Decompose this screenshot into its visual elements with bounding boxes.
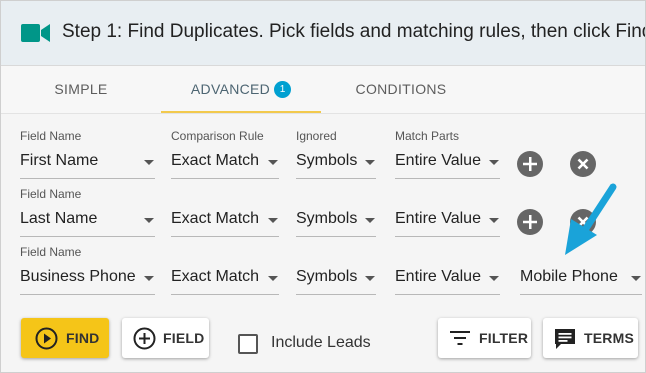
include-leads-checkbox[interactable] — [238, 334, 258, 354]
field-name-value: First Name — [20, 152, 99, 169]
field-name-label: Field Name — [20, 245, 82, 259]
tab-bar: SIMPLE ADVANCED 1 CONDITIONS — [1, 66, 645, 114]
match-parts-select[interactable]: Entire Value — [395, 205, 500, 237]
chevron-down-icon — [268, 160, 278, 165]
ignored-value: Symbols — [296, 210, 358, 227]
filter-button[interactable]: FILTER — [438, 318, 531, 358]
find-duplicates-dialog: Step 1: Find Duplicates. Pick fields and… — [0, 0, 646, 373]
field-name-select[interactable]: First Name — [20, 147, 155, 179]
tab-simple[interactable]: SIMPLE — [1, 66, 161, 113]
page-title: Step 1: Find Duplicates. Pick fields and… — [62, 21, 646, 42]
video-camera-icon — [21, 22, 51, 49]
rule-row-3: Field Name Business Phone Exact Match Sy… — [1, 245, 645, 303]
match-parts-value: Entire Value — [395, 210, 481, 227]
comparison-rule-select[interactable]: Exact Match — [171, 205, 279, 237]
header-bar: Step 1: Find Duplicates. Pick fields and… — [1, 1, 645, 66]
ignored-select[interactable]: Symbols — [296, 263, 376, 295]
include-leads-label: Include Leads — [271, 334, 371, 351]
chevron-down-icon — [365, 160, 375, 165]
plus-icon — [523, 215, 537, 229]
add-field-button-label: FIELD — [163, 330, 205, 346]
field-name-select[interactable]: Last Name — [20, 205, 155, 237]
chevron-down-icon — [489, 276, 499, 281]
match-parts-value: Entire Value — [395, 152, 481, 169]
chevron-down-icon — [631, 276, 641, 281]
extra-field-select[interactable]: Mobile Phone — [520, 263, 642, 295]
ignored-value: Symbols — [296, 152, 358, 169]
rule-row-2: Field Name Last Name Exact Match Symbols… — [1, 187, 645, 245]
add-rule-button[interactable] — [517, 151, 543, 177]
tab-simple-label: SIMPLE — [54, 81, 108, 97]
tab-advanced-badge: 1 — [274, 81, 292, 98]
field-name-value: Business Phone — [20, 268, 136, 285]
remove-rule-button[interactable] — [570, 151, 596, 177]
tab-advanced-label: ADVANCED — [190, 81, 271, 97]
annotation-arrow-icon — [565, 183, 617, 255]
chevron-down-icon — [144, 218, 154, 223]
close-icon — [577, 158, 589, 170]
comparison-rule-select[interactable]: Exact Match — [171, 147, 279, 179]
field-name-value: Last Name — [20, 210, 98, 227]
chevron-down-icon — [489, 218, 499, 223]
chevron-down-icon — [144, 160, 154, 165]
chevron-down-icon — [365, 218, 375, 223]
play-circle-icon — [35, 327, 58, 350]
match-parts-select[interactable]: Entire Value — [395, 263, 500, 295]
tab-conditions-label: CONDITIONS — [355, 81, 447, 97]
add-rule-button[interactable] — [517, 209, 543, 235]
chevron-down-icon — [144, 276, 154, 281]
terms-button-label: TERMS — [584, 330, 634, 346]
chevron-down-icon — [489, 160, 499, 165]
comparison-rule-value: Exact Match — [171, 268, 260, 285]
ignored-label: Ignored — [296, 129, 337, 143]
comment-icon — [555, 329, 575, 349]
terms-button[interactable]: TERMS — [543, 318, 638, 358]
comparison-rule-value: Exact Match — [171, 210, 260, 227]
plus-circle-icon — [133, 327, 156, 350]
chevron-down-icon — [268, 276, 278, 281]
add-field-button[interactable]: FIELD — [122, 318, 209, 358]
match-parts-value: Entire Value — [395, 268, 481, 285]
comparison-rule-label: Comparison Rule — [171, 129, 264, 143]
match-parts-select[interactable]: Entire Value — [395, 147, 500, 179]
plus-icon — [523, 157, 537, 171]
field-name-label: Field Name — [20, 187, 82, 201]
find-button-label: FIND — [66, 330, 100, 346]
field-name-select[interactable]: Business Phone — [20, 263, 155, 295]
ignored-select[interactable]: Symbols — [296, 147, 376, 179]
filter-button-label: FILTER — [479, 330, 529, 346]
comparison-rule-select[interactable]: Exact Match — [171, 263, 279, 295]
active-tab-indicator — [161, 111, 321, 113]
extra-field-value: Mobile Phone — [520, 268, 618, 285]
tab-conditions[interactable]: CONDITIONS — [321, 66, 481, 113]
ignored-value: Symbols — [296, 268, 358, 285]
action-bar: FIND FIELD Include Leads FILTER TERMS — [1, 301, 645, 372]
filter-icon — [450, 331, 470, 345]
ignored-select[interactable]: Symbols — [296, 205, 376, 237]
chevron-down-icon — [365, 276, 375, 281]
chevron-down-icon — [268, 218, 278, 223]
comparison-rule-value: Exact Match — [171, 152, 260, 169]
tab-advanced[interactable]: ADVANCED 1 — [161, 66, 321, 113]
field-name-label: Field Name — [20, 129, 82, 143]
find-button[interactable]: FIND — [21, 318, 109, 358]
match-parts-label: Match Parts — [395, 129, 460, 143]
rule-row-1: Field Name Comparison Rule Ignored Match… — [1, 129, 645, 187]
